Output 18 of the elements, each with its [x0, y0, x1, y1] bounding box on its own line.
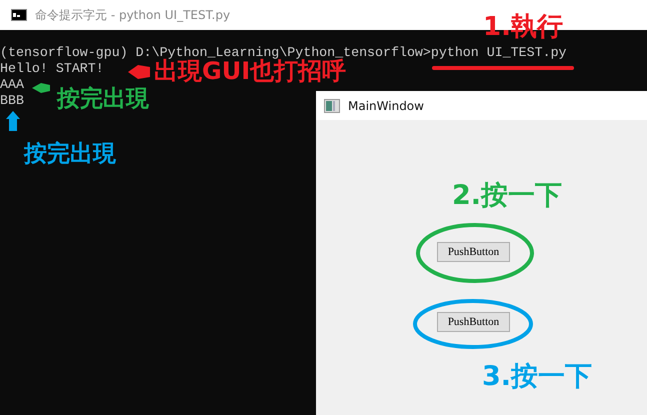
terminal-icon [11, 9, 27, 21]
window-title: 命令提示字元 - python UI_TEST.py [35, 6, 230, 24]
arrow-icon [32, 83, 50, 93]
annotation-label: 出現GUI也打招呼 [154, 58, 346, 84]
push-button[interactable]: PushButton [437, 242, 510, 262]
annotation-label: 3.按一下 [482, 362, 592, 392]
console-line: (tensorflow-gpu) D:\Python_Learning\Python_tensorflow>python UI_TEST.py [0, 45, 567, 60]
console-line: AAA [0, 77, 24, 93]
arrow-icon [128, 65, 150, 79]
window-icon [324, 98, 340, 112]
push-button[interactable]: PushButton [437, 312, 510, 332]
arrow-icon [6, 111, 20, 131]
window-title: MainWindow [348, 98, 424, 112]
annotation-label: 按完出現 [57, 87, 149, 112]
console-line: BBB [0, 93, 24, 109]
annotation-label: 2.按一下 [452, 181, 562, 211]
console-line: Hello! START! [0, 61, 104, 77]
annotation-label: 按完出現 [24, 142, 116, 168]
